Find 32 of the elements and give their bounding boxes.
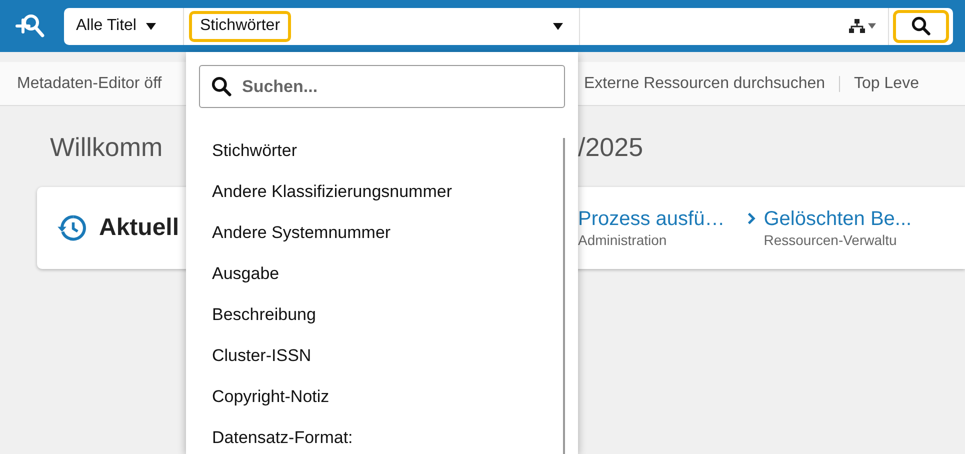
caret-icon <box>868 23 876 29</box>
dropdown-search-field[interactable]: Suchen... <box>199 65 565 108</box>
recent-item-link[interactable]: Gelöschten Be... <box>764 207 912 231</box>
caret-icon <box>146 22 156 30</box>
recent-item-category: Ressourcen-Verwaltu <box>764 231 898 249</box>
scope-select[interactable]: Alle Titel <box>64 8 184 44</box>
dropdown-option[interactable]: Ausgabe <box>199 253 559 294</box>
search-icon <box>911 16 931 36</box>
card-title: Aktuell <box>99 213 180 243</box>
dropdown-option[interactable]: Copyright-Notiz <box>199 376 559 417</box>
dropdown-option[interactable]: Andere Systemnummer <box>199 212 559 253</box>
scrollbar[interactable] <box>563 138 565 454</box>
add-search-icon[interactable] <box>14 13 46 39</box>
dropdown-option[interactable]: Datensatz-Format: <box>199 417 559 454</box>
dropdown-option[interactable]: Beschreibung <box>199 294 559 335</box>
field-select[interactable]: Stichwörter <box>189 10 292 42</box>
history-icon <box>57 213 87 243</box>
nav-link[interactable]: Metadaten-Editor öff <box>0 72 186 96</box>
recent-item-link[interactable]: Prozess ausfü… <box>578 207 725 231</box>
dropdown-option[interactable]: Cluster-ISSN <box>199 335 559 376</box>
nav-link[interactable]: Top Leve <box>854 72 919 96</box>
welcome-title: /2025 <box>578 131 644 164</box>
dropdown-option[interactable]: Andere Klassifizierungsnummer <box>199 171 559 212</box>
caret-icon <box>553 22 563 30</box>
dropdown-option[interactable]: Stichwörter <box>199 130 559 171</box>
welcome-title: Willkomm <box>49 131 164 164</box>
recent-item-category: Administration <box>578 231 668 249</box>
search-button[interactable] <box>893 10 949 42</box>
hierarchy-icon[interactable] <box>849 19 865 33</box>
search-icon <box>211 76 232 97</box>
chevron-right-icon <box>746 212 756 225</box>
nav-link[interactable]: Externe Ressourcen durchsuchen <box>584 72 826 96</box>
